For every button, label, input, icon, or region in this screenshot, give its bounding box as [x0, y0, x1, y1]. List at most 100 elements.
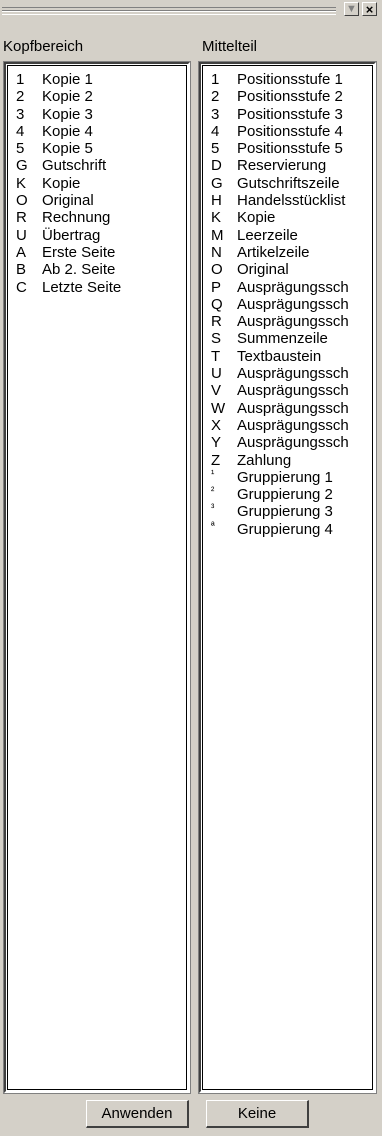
list-item-key: ª	[211, 520, 215, 532]
list-item-label: Leerzeile	[237, 226, 298, 244]
list-item-key: Z	[211, 451, 221, 469]
none-button[interactable]: Keine	[206, 1100, 309, 1128]
list-item[interactable]: A Erste Seite	[10, 244, 121, 261]
list-item[interactable]: H Handelsstücklist	[205, 192, 349, 209]
list-item-key: X	[211, 416, 222, 434]
list-item-key: K	[16, 174, 27, 192]
list-item-label: Reservierung	[237, 157, 327, 175]
list-item[interactable]: Z Zahlung	[205, 452, 349, 469]
list-item-label: Letzte Seite	[42, 278, 122, 296]
list-item-label: Ausprägungssch	[237, 416, 349, 434]
list-item-key: 1	[211, 71, 220, 88]
list-item[interactable]: 2 Kopie 2	[10, 88, 121, 105]
list-item[interactable]: R Rechnung	[10, 209, 121, 226]
list-item-key: G	[211, 174, 223, 192]
list-item[interactable]: C Letzte Seite	[10, 279, 121, 296]
list-item-key: G	[16, 157, 28, 175]
list-item-key: 5	[211, 140, 220, 158]
list-item-key: H	[211, 192, 222, 210]
list-item[interactable]: 4 Kopie 4	[10, 123, 121, 140]
list-item-key: V	[211, 382, 222, 400]
list-item[interactable]: G Gutschrift	[10, 157, 121, 174]
list-item-key: K	[211, 209, 222, 227]
list-item-key: 1	[16, 71, 25, 88]
list-item-key: ³	[211, 503, 215, 515]
list-item-label: Kopie	[42, 174, 81, 192]
list-item-key: 3	[16, 105, 25, 123]
list-item[interactable]: ª Gruppierung 4	[205, 521, 349, 538]
list-item[interactable]: O Original	[205, 261, 349, 278]
list-item[interactable]: 3 Positionsstufe 3	[205, 106, 349, 123]
list-item-key: A	[16, 243, 27, 261]
list-item[interactable]: O Original	[10, 192, 121, 209]
list-item[interactable]: S Summenzeile	[205, 330, 349, 347]
list-item-label: Kopie 2	[42, 88, 93, 106]
list-item-label: Ausprägungssch	[237, 382, 349, 400]
kopfbereich-listbox[interactable]: 1 Kopie 1 2 Kopie 2 3 Kopie 3 4 Kopie 4 5 Kopie 5…	[3, 61, 191, 1094]
list-item[interactable]: 4 Positionsstufe 4	[205, 123, 349, 140]
list-item-key: 2	[211, 88, 220, 106]
list-item[interactable]: 2 Positionsstufe 2	[205, 88, 349, 105]
list-item[interactable]: K Kopie	[205, 209, 349, 226]
toolbar-panel: ▼ × Kopfbereich Mittelteil 1 Kopie 1 2 Kopi…	[0, 0, 382, 1136]
list-item[interactable]: U Ausprägungssch	[205, 365, 349, 382]
list-item[interactable]: P Ausprägungssch	[205, 279, 349, 296]
list-item-label: Summenzeile	[237, 330, 328, 348]
list-item-label: Kopie 4	[42, 122, 93, 140]
list-item[interactable]: Y Ausprägungssch	[205, 434, 349, 451]
list-item-label: Ab 2. Seite	[42, 261, 116, 279]
list-item[interactable]: 1 Positionsstufe 1	[205, 71, 349, 88]
list-item-key: R	[211, 313, 222, 331]
list-item-label: Positionsstufe 2	[237, 88, 343, 106]
list-item[interactable]: T Textbaustein	[205, 348, 349, 365]
list-item-key: U	[16, 226, 27, 244]
list-item-label: Übertrag	[42, 226, 101, 244]
list-item-label: Original	[42, 192, 94, 210]
list-item[interactable]: U Übertrag	[10, 227, 121, 244]
list-item-key: 5	[16, 140, 25, 158]
chevron-down-icon[interactable]: ▼	[344, 2, 359, 16]
list-item[interactable]: W Ausprägungssch	[205, 400, 349, 417]
list-item-label: Textbaustein	[237, 347, 322, 365]
list-item[interactable]: N Artikelzeile	[205, 244, 349, 261]
list-item-label: Ausprägungssch	[237, 399, 349, 417]
list-item[interactable]: X Ausprägungssch	[205, 417, 349, 434]
list-item[interactable]: Q Ausprägungssch	[205, 296, 349, 313]
list-item-label: Artikelzeile	[237, 243, 310, 261]
list-item[interactable]: G Gutschriftszeile	[205, 175, 349, 192]
list-item-label: Zahlung	[237, 451, 292, 469]
list-item[interactable]: V Ausprägungssch	[205, 382, 349, 399]
list-item[interactable]: M Leerzeile	[205, 227, 349, 244]
list-item-label: Gutschrift	[42, 157, 107, 175]
list-item-label: Positionsstufe 3	[237, 105, 343, 123]
list-item-label: Original	[237, 261, 289, 279]
list-item-key: W	[211, 399, 226, 417]
list-item-label: Ausprägungssch	[237, 295, 349, 313]
list-item[interactable]: ¹ Gruppierung 1	[205, 469, 349, 486]
apply-button[interactable]: Anwenden	[86, 1100, 189, 1128]
list-item-label: Handelsstücklist	[237, 192, 346, 210]
list-item[interactable]: ³ Gruppierung 3	[205, 503, 349, 520]
header-mittelteil: Mittelteil	[202, 38, 258, 55]
list-item-key: Q	[211, 295, 223, 313]
list-item[interactable]: 5 Positionsstufe 5	[205, 140, 349, 157]
list-item[interactable]: B Ab 2. Seite	[10, 261, 121, 278]
mittelteil-listbox[interactable]: 1 Positionsstufe 1 2 Positionsstufe 2 3 Posit…	[198, 61, 377, 1094]
toolbar-grip[interactable]	[2, 7, 336, 15]
list-item[interactable]: ² Gruppierung 2	[205, 486, 349, 503]
list-item-key: U	[211, 365, 222, 383]
list-item[interactable]: 5 Kopie 5	[10, 140, 121, 157]
close-icon[interactable]: ×	[362, 2, 377, 16]
list-item[interactable]: 1 Kopie 1	[10, 71, 121, 88]
list-item-key: O	[211, 261, 223, 279]
list-item-label: Positionsstufe 5	[237, 140, 343, 158]
list-item-key: S	[211, 330, 222, 348]
kopfbereich-list: 1 Kopie 1 2 Kopie 2 3 Kopie 3 4 Kopie 4 5 Kopie 5…	[10, 71, 121, 296]
list-item[interactable]: 3 Kopie 3	[10, 106, 121, 123]
list-item[interactable]: R Ausprägungssch	[205, 313, 349, 330]
list-item-label: Kopie 5	[42, 140, 93, 158]
list-item[interactable]: K Kopie	[10, 175, 121, 192]
mittelteil-list: 1 Positionsstufe 1 2 Positionsstufe 2 3 Posit…	[205, 71, 349, 538]
list-item[interactable]: D Reservierung	[205, 157, 349, 174]
list-item-key: D	[211, 157, 222, 175]
